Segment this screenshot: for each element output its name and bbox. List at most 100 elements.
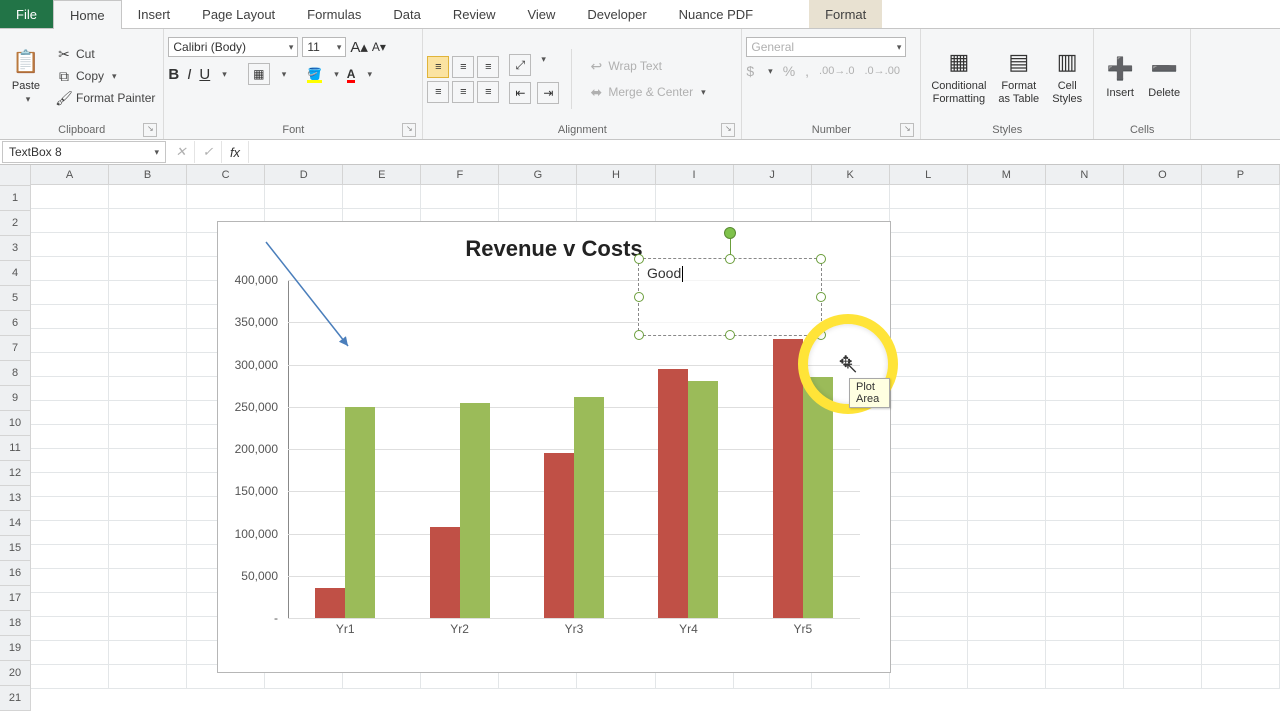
insert-cells-button[interactable]: ➕Insert [1098, 51, 1142, 102]
cell[interactable] [968, 449, 1046, 473]
cell[interactable] [968, 641, 1046, 665]
cell[interactable] [31, 593, 109, 617]
cell[interactable] [109, 401, 187, 425]
accounting-format-button[interactable]: $ [746, 63, 754, 79]
align-top-center[interactable]: ≡ [452, 56, 474, 78]
cell[interactable] [31, 449, 109, 473]
row-header[interactable]: 4 [0, 261, 31, 286]
cell[interactable] [31, 353, 109, 377]
cell[interactable] [1124, 281, 1202, 305]
cell[interactable] [1202, 329, 1280, 353]
cell[interactable] [1046, 593, 1124, 617]
resize-handle-s[interactable] [725, 330, 735, 340]
cell[interactable] [1124, 401, 1202, 425]
cell[interactable] [109, 473, 187, 497]
tab-home[interactable]: Home [53, 0, 122, 29]
cell[interactable] [109, 449, 187, 473]
tab-file[interactable]: File [0, 0, 53, 28]
tab-format-contextual[interactable]: Format [809, 0, 882, 28]
bar-revenue[interactable] [315, 588, 345, 618]
copy-button[interactable]: ⧉Copy▾ [52, 66, 159, 86]
cell[interactable] [109, 329, 187, 353]
cell[interactable] [890, 665, 968, 689]
cell[interactable] [109, 209, 187, 233]
percent-format-button[interactable]: % [783, 63, 795, 79]
orientation-button[interactable]: ⤢ [509, 54, 531, 76]
cell[interactable] [968, 281, 1046, 305]
cell[interactable] [1124, 257, 1202, 281]
bar-costs[interactable] [574, 397, 604, 618]
cell[interactable] [1124, 641, 1202, 665]
dialog-launcher-icon[interactable]: ↘ [900, 123, 914, 137]
cell[interactable] [1046, 377, 1124, 401]
cell[interactable] [1124, 665, 1202, 689]
dialog-launcher-icon[interactable]: ↘ [721, 123, 735, 137]
column-header[interactable]: L [890, 165, 968, 185]
cell[interactable] [1046, 401, 1124, 425]
cell[interactable] [890, 185, 968, 209]
cell[interactable] [1202, 593, 1280, 617]
borders-button[interactable]: ▦ [248, 63, 270, 85]
column-header[interactable]: F [421, 165, 499, 185]
cell[interactable] [890, 545, 968, 569]
cell[interactable] [890, 617, 968, 641]
cell[interactable] [499, 185, 577, 209]
row-header[interactable]: 19 [0, 636, 31, 661]
cell-styles-button[interactable]: ▥Cell Styles [1045, 44, 1089, 108]
tab-view[interactable]: View [511, 0, 571, 28]
cell[interactable] [31, 281, 109, 305]
cell[interactable] [1202, 665, 1280, 689]
cell[interactable] [1124, 377, 1202, 401]
row-header[interactable]: 17 [0, 586, 31, 611]
format-as-table-button[interactable]: ▤Format as Table [992, 44, 1045, 108]
cell[interactable] [890, 257, 968, 281]
cell[interactable] [656, 185, 734, 209]
cell[interactable] [890, 449, 968, 473]
row-header[interactable]: 8 [0, 361, 31, 386]
decrease-indent-button[interactable]: ⇤ [509, 82, 531, 104]
cell[interactable] [1202, 473, 1280, 497]
cell[interactable] [1046, 569, 1124, 593]
cell[interactable] [1202, 185, 1280, 209]
cell[interactable] [968, 497, 1046, 521]
row-header[interactable]: 5 [0, 286, 31, 311]
cell[interactable] [1124, 473, 1202, 497]
cell[interactable] [187, 185, 265, 209]
cell[interactable] [1124, 209, 1202, 233]
cell[interactable] [968, 353, 1046, 377]
cell[interactable] [890, 233, 968, 257]
y-axis[interactable]: -50,000100,000150,000200,000250,000300,0… [218, 280, 286, 618]
italic-button[interactable]: I [187, 66, 191, 83]
decrease-decimal-button[interactable]: .0→.00 [865, 65, 900, 77]
cell[interactable] [890, 425, 968, 449]
delete-cells-button[interactable]: ➖Delete [1142, 51, 1186, 102]
row-header[interactable]: 11 [0, 436, 31, 461]
cell[interactable] [31, 497, 109, 521]
wrap-text-button[interactable]: ↩Wrap Text [584, 56, 709, 76]
row-header[interactable]: 3 [0, 236, 31, 261]
cell[interactable] [1202, 233, 1280, 257]
cell[interactable] [31, 569, 109, 593]
cell[interactable] [968, 305, 1046, 329]
cell[interactable] [577, 185, 655, 209]
font-size-combo[interactable]: 11▾ [302, 37, 346, 57]
cell[interactable] [1046, 209, 1124, 233]
cell[interactable] [1202, 545, 1280, 569]
font-color-button[interactable]: A [347, 67, 356, 81]
fill-color-button[interactable]: 🪣 [307, 67, 322, 81]
row-header[interactable]: 10 [0, 411, 31, 436]
column-header[interactable]: B [109, 165, 187, 185]
cell[interactable] [734, 185, 812, 209]
cell[interactable] [968, 521, 1046, 545]
cell[interactable] [1124, 305, 1202, 329]
cell[interactable] [1202, 449, 1280, 473]
cell[interactable] [31, 665, 109, 689]
cell[interactable] [1046, 545, 1124, 569]
cell[interactable] [1046, 521, 1124, 545]
column-header[interactable]: J [734, 165, 812, 185]
cell[interactable] [1124, 593, 1202, 617]
cell[interactable] [890, 281, 968, 305]
row-header[interactable]: 16 [0, 561, 31, 586]
row-header[interactable]: 2 [0, 211, 31, 236]
tab-developer[interactable]: Developer [571, 0, 662, 28]
